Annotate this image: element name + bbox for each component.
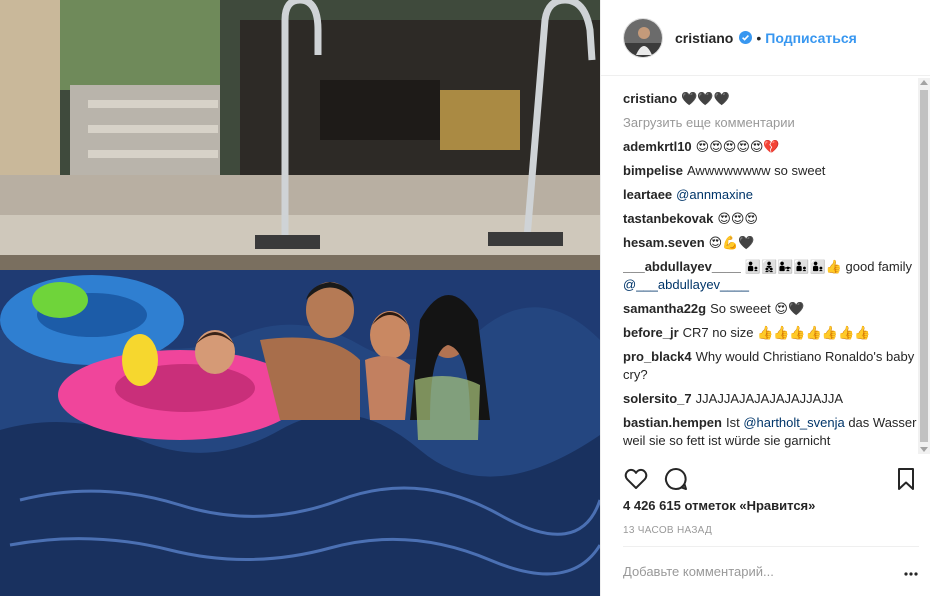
load-more-comments-link[interactable]: Загрузить еще комментарии — [623, 114, 919, 132]
comment-item: pro_black4 Why would Christiano Ronaldo's… — [623, 348, 919, 384]
comment-item: bimpelise Awwwwwwww so sweet — [623, 162, 919, 180]
comments-scrollbar[interactable] — [918, 78, 930, 454]
likes-count[interactable]: 4 426 615 отметок «Нравится» — [623, 498, 815, 513]
caption-text: 🖤🖤🖤 — [681, 91, 730, 106]
comment-item: before_jr CR7 no size 👍👍👍👍👍👍👍 — [623, 324, 919, 342]
comment-mention[interactable]: @___abdullayev____ — [623, 277, 749, 292]
comment-username[interactable]: bastian.hempen — [623, 415, 722, 430]
comment-item: solersito_7 JJAJJAJAJAJAJAJJAJJA — [623, 390, 919, 408]
comment-username[interactable]: tastanbekovak — [623, 211, 713, 226]
comment-text: 😍😍😍 — [717, 211, 758, 226]
scrollbar-thumb[interactable] — [920, 90, 928, 442]
post-header: cristiano • Подписаться — [601, 0, 930, 76]
post-timestamp[interactable]: 13 часов назад — [623, 525, 712, 536]
comment-mention[interactable]: @hartholt_svenja — [743, 415, 844, 430]
post-photo[interactable] — [0, 0, 600, 596]
comment-username[interactable]: leartaee — [623, 187, 672, 202]
comment-username[interactable]: hesam.seven — [623, 235, 705, 250]
separator-dot: • — [756, 29, 762, 46]
pool-photo-illustration — [0, 0, 600, 596]
comment-item: samantha22g So sweeet 😍🖤 — [623, 300, 919, 318]
add-comment-input[interactable] — [623, 564, 883, 579]
scroll-up-arrow-icon[interactable] — [920, 80, 928, 85]
post-sidebar: cristiano • Подписаться cristiano 🖤🖤🖤 Заг… — [600, 0, 930, 596]
comment-username[interactable]: samantha22g — [623, 301, 706, 316]
comment-text: CR7 no size 👍👍👍👍👍👍👍 — [682, 325, 871, 340]
comment-item: bastian.hempen Ist @hartholt_svenja das W… — [623, 414, 919, 450]
comment-text: So sweeet 😍🖤 — [710, 301, 805, 316]
more-options-icon[interactable] — [903, 566, 919, 576]
comment-item: leartaee @annmaxine — [623, 186, 919, 204]
comment-text: 👨‍👦👨‍👦‍👦👨‍👧👨‍👦👨‍👦👍 good family — [744, 259, 913, 274]
comment-username[interactable]: bimpelise — [623, 163, 683, 178]
post-actions — [623, 466, 919, 492]
comment-text: Ist — [725, 415, 740, 430]
comment-username[interactable]: ademkrtl10 — [623, 139, 692, 154]
avatar[interactable] — [623, 17, 663, 58]
comments-list[interactable]: cristiano 🖤🖤🖤 Загрузить еще комментарии a… — [623, 76, 919, 454]
comment-item: tastanbekovak 😍😍😍 — [623, 210, 919, 228]
comment-item: hesam.seven 😍💪🖤 — [623, 234, 919, 252]
comment-username[interactable]: before_jr — [623, 325, 679, 340]
comment-text: JJAJJAJAJAJAJAJJAJJA — [695, 391, 844, 406]
bookmark-icon[interactable] — [893, 466, 919, 492]
comment-item: ademkrtl10 😍😍😍😍😍💔 — [623, 138, 919, 156]
heart-icon[interactable] — [623, 466, 649, 492]
comment-username[interactable]: pro_black4 — [623, 349, 692, 364]
header-username[interactable]: cristiano — [675, 30, 733, 46]
comment-icon[interactable] — [663, 466, 689, 492]
scroll-down-arrow-icon[interactable] — [920, 447, 928, 452]
comment-username[interactable]: solersito_7 — [623, 391, 692, 406]
comment-username[interactable]: ___abdullayev____ — [623, 259, 741, 274]
add-comment-section — [623, 546, 919, 596]
caption-username[interactable]: cristiano — [623, 91, 677, 106]
follow-button[interactable]: Подписаться — [765, 30, 857, 46]
comment-item: ___abdullayev____ 👨‍👦👨‍👦‍👦👨‍👧👨‍👦👨‍👦👍 good… — [623, 258, 919, 294]
caption: cristiano 🖤🖤🖤 — [623, 90, 919, 108]
comment-text: 😍😍😍😍😍💔 — [695, 139, 780, 154]
instagram-post: cristiano • Подписаться cristiano 🖤🖤🖤 Заг… — [0, 0, 930, 596]
comment-mention[interactable]: @annmaxine — [676, 187, 753, 202]
comment-text: 😍💪🖤 — [708, 235, 755, 250]
comment-text: Awwwwwwww so sweet — [686, 163, 826, 178]
verified-badge-icon — [739, 31, 753, 44]
